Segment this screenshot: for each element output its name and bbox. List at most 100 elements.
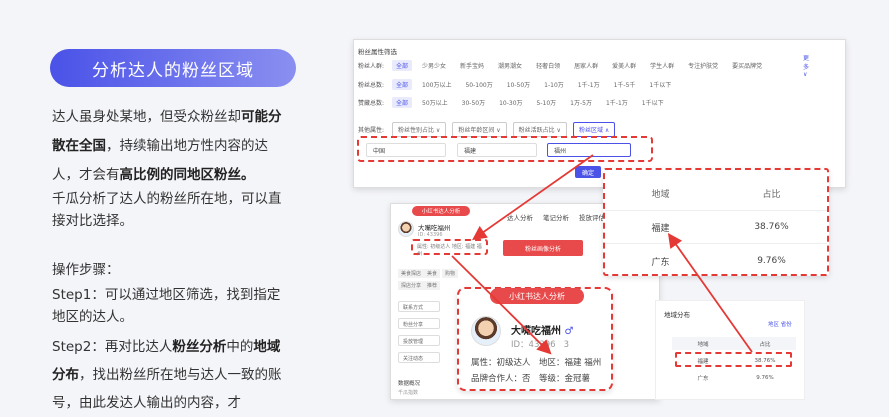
column-header: 地域 [697,341,709,348]
percent-cell: 38.76% [754,222,789,232]
province-select[interactable]: 福建 [457,143,537,157]
filter-label: 其他属性: [358,127,385,134]
column-header: 占比 [762,189,781,200]
filter-option[interactable]: 1千-1万 [602,97,632,108]
column-header: 地域 [651,189,670,200]
follow-button[interactable]: 关注动态 [398,352,440,363]
filter-option[interactable]: 50万以上 [418,97,452,108]
share-button[interactable]: 粉丝分享 [398,318,440,329]
region-cell: 广东 [697,375,709,382]
step1-text: Step1：可以通过地区筛选，找到指定地区的达人。 [52,287,281,325]
card-name: 大嘴吃福州 ♂ [511,326,574,337]
filter-option[interactable]: 1万-5万 [566,97,596,108]
step2-text: Step2：再对比达人粉丝分析中的地域分布，找出粉丝所在地与达人一致的账号，由此… [52,339,282,411]
gender-select[interactable]: 粉丝性别占比 ∨ [392,122,447,137]
confirm-button[interactable]: 确定 [575,166,601,178]
tag: 购物 [442,269,459,278]
steps-heading: 操作步骤： [52,262,120,278]
filter-option[interactable]: 新手宝妈 [456,60,488,71]
more-link[interactable]: 更多 ∨ [803,53,809,78]
section-title: 分析达人的粉丝区域 [50,49,296,87]
avatar [398,221,414,237]
filter-option[interactable]: 1千以下 [645,79,675,90]
card-badge: 小红书达人分析 [490,288,584,304]
filter-option[interactable]: 100万以上 [418,79,455,90]
filter-option[interactable]: 专注护肤党 [684,60,722,71]
table-row: 广东 9.76% [672,371,796,384]
city-select[interactable]: 福州 [547,143,631,157]
filter-option[interactable]: 1-10万 [540,79,568,90]
card-attr: 属性：初级达人 [471,358,531,368]
filter-option[interactable]: 轻奢白领 [532,60,564,71]
filter-option[interactable]: 1千以下 [638,97,668,108]
left-text-panel: 分析达人的粉丝区域 达人虽身处某地，但受众粉丝却可能分散在全国，持续输出地方性内… [0,0,330,411]
filter-option[interactable]: 1千-1万 [574,79,604,90]
fans-analysis-button[interactable]: 粉丝画像分析 [503,240,583,256]
region-panel-links[interactable]: 地区 省份 [768,320,792,328]
tag: 探店分享 [398,281,425,290]
filter-option[interactable]: 全部 [392,96,413,108]
column-header: 占比 [759,341,771,348]
filter-option[interactable]: 5-10万 [533,97,561,108]
tab-notes[interactable]: 笔记分析 [543,212,569,222]
percent-cell: 9.76% [756,374,774,381]
table-header: 地域 占比 [672,337,796,350]
tab-evaluation[interactable]: 投放评估 [579,212,605,222]
filter-row-likes: 赞藏总数: 全部 50万以上 30-50万 10-30万 5-10万 1万-5万… [358,96,668,108]
card-level: 等级：金冠薯 [539,374,591,384]
stats-label: 数据概况 [398,381,421,387]
zoom-header: 地域 占比 [605,176,827,210]
filter-option[interactable]: 爱美人群 [608,60,640,71]
filter-header: 粉丝属性筛选 [358,48,397,56]
filter-label: 粉丝人群: [358,62,385,70]
filter-option[interactable]: 潮男潮女 [494,60,526,71]
region-cell: 广东 [651,257,670,268]
percent-cell: 9.76% [757,256,786,266]
contact-button[interactable]: 联系方式 [398,301,440,312]
country-select[interactable]: 中国 [366,143,446,157]
tag: 美食探店 [398,269,425,278]
filter-option[interactable]: 居家人群 [570,60,602,71]
card-region: 地区：福建 福州 [539,358,602,368]
filter-option[interactable]: 学生人群 [646,60,678,71]
region-cell: 福建 [651,223,670,234]
profile-id: ID: 43396 [418,232,443,238]
filter-option[interactable]: 50-100万 [461,79,496,90]
age-select[interactable]: 粉丝年龄区间 ∨ [452,122,507,137]
stats-sub: 千瓜指数 [398,390,419,396]
tag: 推荐 [424,281,441,290]
tab-influencer[interactable]: 达人分析 [507,212,533,222]
profile-badge: 小红书达人分析 [412,206,470,216]
active-select[interactable]: 粉丝活跃占比 ∨ [512,122,567,137]
filter-option[interactable]: 10-50万 [503,79,534,90]
profile-attr-highlight: 属性: 初级达人 地区: 福建 福州 [411,239,488,257]
gender-icon: ♂ [564,326,574,337]
intro-paragraph: 达人虽身处某地，但受众粉丝却可能分散在全国，持续输出地方性内容的达人，才会有高比… [52,109,282,183]
filter-label: 粉丝总数: [358,81,385,89]
card-id: ID：43396 3 [511,340,570,350]
tag: 美食 [424,269,441,278]
card-brand: 品牌合作人：否 [471,374,531,384]
filter-option[interactable]: 30-50万 [458,97,489,108]
region-zoom-table: 地域 占比 福建 38.76% 广东 9.76% [603,168,829,276]
filter-option[interactable]: 少男少女 [418,60,450,71]
filter-option[interactable]: 全部 [392,78,413,90]
filter-label: 赞藏总数: [358,99,385,107]
filter-option[interactable]: 要买品牌党 [728,60,766,71]
region-panel-title: 地域分布 [664,311,690,319]
region-select[interactable]: 粉丝区域 ∧ [572,122,616,137]
zoom-row: 福建 38.76% [605,210,827,244]
filter-row-crowd: 粉丝人群: 全部 少男少女 新手宝妈 潮男潮女 轻奢白领 居家人群 爱美人群 学… [358,55,809,78]
region-row-highlight [675,352,792,367]
filter-row-fans: 粉丝总数: 全部 100万以上 50-100万 10-50万 1-10万 1千-… [358,78,675,90]
profile-tabs: 达人分析 笔记分析 投放评估 [507,212,605,222]
filter-row-other: 其他属性: 粉丝性别占比 ∨ 粉丝年龄区间 ∨ 粉丝活跃占比 ∨ 粉丝区域 ∧ [358,122,616,137]
filter-option[interactable]: 全部 [392,59,413,71]
zoom-row: 广东 9.76% [605,244,827,274]
manage-button[interactable]: 投放管理 [398,335,440,346]
filter-option[interactable]: 1千-5千 [610,79,640,90]
description-paragraph: 千瓜分析了达人的粉丝所在地，可以直接对比选择。 [52,191,282,229]
card-avatar [471,316,501,346]
filter-option[interactable]: 10-30万 [495,97,526,108]
profile-name: 大嘴吃福州 [418,224,451,232]
